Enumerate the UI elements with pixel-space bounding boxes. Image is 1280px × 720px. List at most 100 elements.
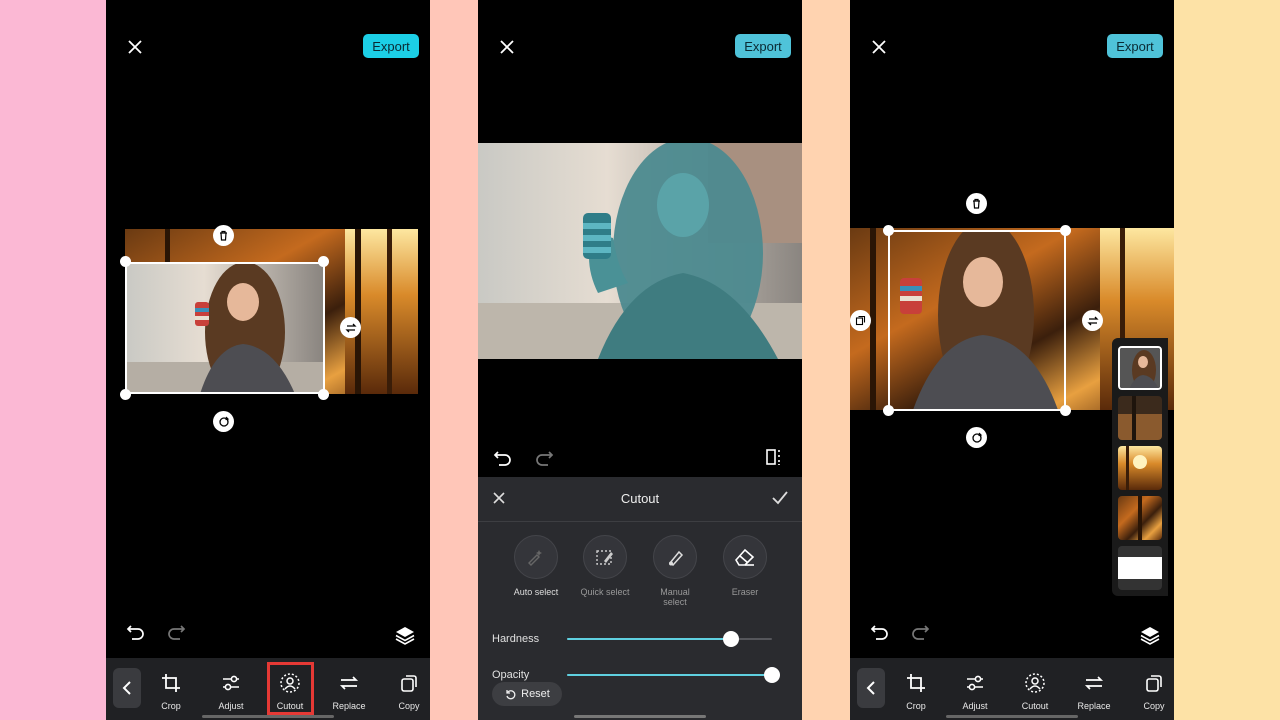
replace-icon: [339, 676, 359, 690]
crop-icon: [162, 674, 180, 692]
sliders-icon: [223, 675, 239, 691]
resize-handle-bottom-right[interactable]: [1060, 405, 1071, 416]
home-indicator: [574, 715, 706, 718]
cutout-icon: [1025, 673, 1045, 693]
home-indicator: [202, 715, 334, 718]
eraser-icon: [735, 548, 755, 566]
option-manual-select[interactable]: Manual select: [645, 535, 705, 607]
trash-icon: [220, 230, 227, 241]
compare-icon[interactable]: [764, 446, 786, 468]
sliders-icon: [967, 675, 983, 691]
delete-layer-button[interactable]: [213, 225, 234, 246]
cutout-panel-title: Cutout: [620, 491, 660, 506]
duplicate-layer-button[interactable]: [850, 310, 871, 331]
manual-select-icon: [668, 550, 684, 566]
layers-icon[interactable]: [394, 624, 416, 646]
toolbar-back-button[interactable]: [113, 668, 141, 708]
tool-replace[interactable]: Replace: [1070, 668, 1118, 716]
option-quick-select[interactable]: Quick select: [575, 535, 635, 597]
resize-handle-bottom-right[interactable]: [318, 389, 329, 400]
tool-label: Replace: [1077, 701, 1111, 711]
layers-icon[interactable]: [1139, 624, 1161, 646]
bottom-toolbar: Crop Adjust Cutout Replace Copy: [106, 658, 430, 720]
option-label: Auto select: [513, 587, 559, 597]
resize-handle-top-left[interactable]: [120, 256, 131, 267]
background-peach: [802, 0, 850, 720]
toolbar-back-button[interactable]: [857, 668, 885, 708]
rotate-icon: [971, 432, 982, 443]
trash-icon: [973, 198, 980, 209]
tool-label: Adjust: [218, 701, 244, 711]
reset-button[interactable]: Reset: [492, 682, 562, 706]
close-icon[interactable]: [868, 36, 890, 58]
undo-icon[interactable]: [125, 621, 147, 643]
copy-icon: [401, 675, 417, 692]
tool-label: Cutout: [1021, 701, 1049, 711]
option-label: Eraser: [731, 587, 759, 597]
crop-icon: [907, 674, 925, 692]
resize-handle-bottom-left[interactable]: [120, 389, 131, 400]
replace-icon: [1084, 676, 1104, 690]
hardness-track-fill: [567, 638, 731, 640]
resize-handle-top-left[interactable]: [883, 225, 894, 236]
hardness-slider[interactable]: [478, 629, 802, 649]
copy-icon: [855, 315, 866, 326]
undo-icon[interactable]: [492, 447, 514, 469]
checkmark-icon[interactable]: [771, 490, 789, 506]
flip-icon: [1086, 316, 1099, 325]
tool-crop[interactable]: Crop: [147, 668, 195, 716]
layer-thumb-cutout[interactable]: [1118, 346, 1162, 390]
tool-adjust[interactable]: Adjust: [207, 668, 255, 716]
background-yellow: [1174, 0, 1280, 720]
tool-copy[interactable]: Copy: [385, 668, 430, 716]
selection-box: [888, 230, 1066, 411]
tool-cutout[interactable]: Cutout: [1011, 668, 1059, 716]
flip-layer-button[interactable]: [1082, 310, 1103, 331]
close-icon[interactable]: [496, 36, 518, 58]
flip-layer-button[interactable]: [340, 317, 361, 338]
tool-crop[interactable]: Crop: [892, 668, 940, 716]
redo-icon[interactable]: [533, 447, 555, 469]
redo-icon[interactable]: [165, 621, 187, 643]
tool-replace[interactable]: Replace: [325, 668, 373, 716]
option-eraser[interactable]: Eraser: [715, 535, 775, 597]
layer-thumb-4[interactable]: [1118, 496, 1162, 540]
export-button[interactable]: Export: [1107, 34, 1163, 58]
cutout-preview-image[interactable]: [478, 143, 802, 359]
tool-label: Copy: [1143, 701, 1165, 711]
export-button[interactable]: Export: [363, 34, 419, 58]
layer-thumb-background[interactable]: [1118, 546, 1162, 590]
tool-label: Replace: [332, 701, 366, 711]
rotate-layer-button[interactable]: [213, 411, 234, 432]
flip-icon: [344, 323, 357, 332]
close-icon[interactable]: [124, 36, 146, 58]
resize-handle-top-right[interactable]: [318, 256, 329, 267]
undo-icon[interactable]: [869, 621, 891, 643]
option-auto-select[interactable]: Auto select: [506, 535, 566, 597]
option-label: Manual select: [660, 587, 690, 607]
tool-adjust[interactable]: Adjust: [951, 668, 999, 716]
opacity-track-fill: [567, 674, 772, 676]
hardness-knob[interactable]: [723, 631, 739, 647]
delete-layer-button[interactable]: [966, 193, 987, 214]
background-pink: [0, 0, 106, 720]
cutout-screen: Export Cutout Auto select Quick select M…: [478, 0, 802, 720]
chevron-left-icon: [866, 681, 875, 695]
auto-select-icon: [528, 550, 542, 566]
tool-label: Crop: [906, 701, 926, 711]
tool-label: Adjust: [962, 701, 988, 711]
resize-handle-bottom-left[interactable]: [883, 405, 894, 416]
rotate-layer-button[interactable]: [966, 427, 987, 448]
export-button[interactable]: Export: [735, 34, 791, 58]
opacity-knob[interactable]: [764, 667, 780, 683]
layer-thumb-3[interactable]: [1118, 446, 1162, 490]
tool-copy[interactable]: Copy: [1130, 668, 1174, 716]
cutout-highlight-box: [267, 662, 314, 715]
resize-handle-top-right[interactable]: [1060, 225, 1071, 236]
redo-icon[interactable]: [909, 621, 931, 643]
chevron-left-icon: [122, 681, 131, 695]
copy-icon: [1146, 675, 1162, 692]
layer-thumb-2[interactable]: [1118, 396, 1162, 440]
tool-label: Copy: [398, 701, 420, 711]
option-label: Quick select: [580, 587, 630, 597]
